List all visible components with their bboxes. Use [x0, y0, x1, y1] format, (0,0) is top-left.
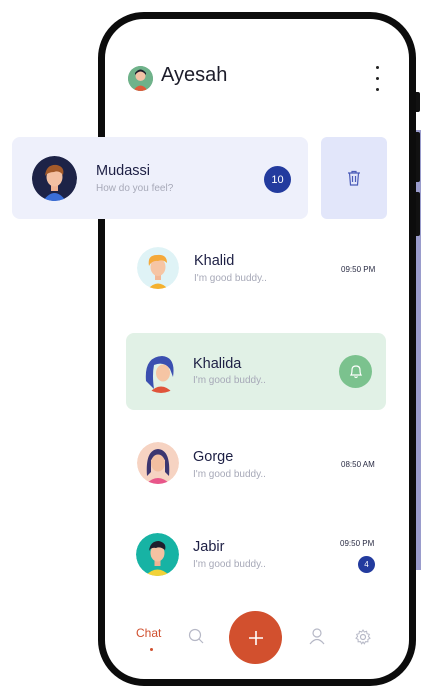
message-preview: I'm good buddy..: [193, 559, 266, 570]
plus-icon: [248, 630, 263, 645]
delete-button[interactable]: [321, 137, 387, 219]
profile-avatar[interactable]: [128, 66, 153, 91]
message-preview: I'm good buddy..: [193, 469, 266, 480]
contact-name: Khalid: [194, 253, 235, 269]
trash-icon: [348, 170, 360, 186]
message-time: 08:50 AM: [341, 460, 375, 469]
bell-icon: [349, 365, 362, 379]
user-avatar-icon: [128, 66, 153, 91]
unread-badge: 4: [358, 556, 375, 573]
search-icon[interactable]: [188, 628, 204, 644]
avatar: [137, 247, 179, 289]
message-preview: I'm good buddy..: [193, 375, 266, 386]
unread-badge: 10: [264, 166, 291, 193]
contact-name: Jabir: [193, 539, 225, 555]
more-options-icon[interactable]: [372, 66, 382, 92]
contact-name: Mudassi: [96, 163, 150, 179]
avatar: [32, 156, 77, 201]
contact-name: Khalida: [193, 356, 242, 372]
message-time: 09:50 PM: [341, 265, 376, 274]
user-icon[interactable]: [309, 628, 325, 645]
avatar: [140, 351, 182, 393]
active-indicator: [150, 648, 153, 651]
page-title: Ayesah: [161, 64, 228, 86]
avatar: [136, 533, 179, 576]
gear-icon[interactable]: [355, 629, 371, 645]
avatar: [137, 442, 179, 484]
mute-notification-button[interactable]: [339, 355, 372, 388]
nav-chat-tab[interactable]: Chat: [136, 626, 161, 640]
new-chat-button[interactable]: [229, 611, 282, 664]
message-time: 09:50 PM: [340, 539, 375, 548]
message-preview: I'm good buddy..: [194, 273, 267, 284]
contact-name: Gorge: [193, 449, 234, 465]
message-preview: How do you feel?: [96, 183, 174, 194]
